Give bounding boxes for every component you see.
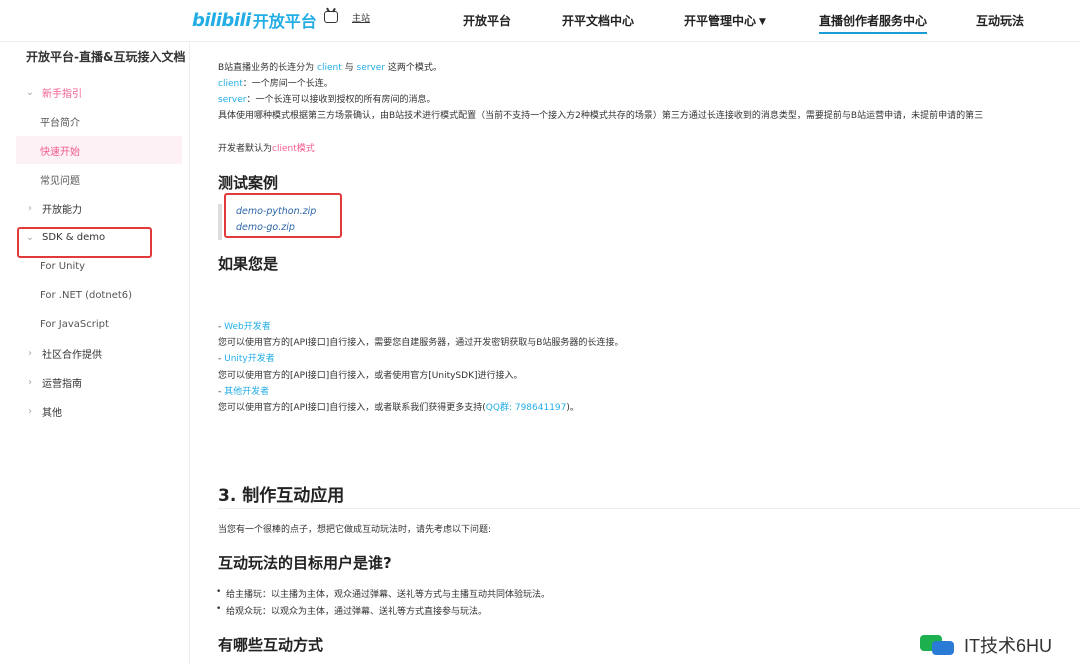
- chevron-right-icon: ›: [28, 405, 32, 417]
- sidebar-item-operations-guide[interactable]: › 运营指南: [16, 368, 182, 396]
- sidebar-item-getting-started[interactable]: ⌄ 新手指引: [16, 78, 182, 106]
- web-developer-link[interactable]: Web开发者: [224, 322, 271, 332]
- unity-dev-line: - Unity开发者: [218, 351, 275, 364]
- default-mode-value: client模式: [272, 144, 315, 154]
- sidebar-item-label: 常见问题: [40, 175, 80, 187]
- chevron-down-icon: ⌄: [25, 86, 35, 98]
- test-cases-heading: 测试案例: [218, 174, 279, 192]
- client-link[interactable]: client: [317, 63, 342, 73]
- caret-down-icon: ▼: [759, 17, 766, 27]
- sidebar-item-label: 新手指引: [42, 88, 82, 100]
- client-desc: ：一个房间一个长连。: [242, 79, 333, 89]
- chat-bubbles-icon: [920, 633, 958, 657]
- sidebar-item-label: 开放能力: [42, 204, 82, 216]
- sidebar-item-label: For Unity: [40, 260, 86, 272]
- target-users-heading: 互动玩法的目标用户是谁?: [218, 554, 392, 572]
- demo-python-zip-link[interactable]: demo-python.zip: [236, 206, 316, 217]
- sidebar-item-community[interactable]: › 社区合作提供: [16, 339, 182, 367]
- nav-label: 开平文档中心: [562, 14, 635, 28]
- sidebar-item-quick-start[interactable]: 快速开始: [16, 136, 182, 164]
- sidebar-item-for-javascript[interactable]: For JavaScript: [16, 310, 182, 338]
- nav-label: 互动玩法: [976, 14, 1025, 28]
- chevron-right-icon: ›: [28, 202, 32, 214]
- sidebar-item-label: 运营指南: [42, 378, 82, 390]
- bilibili-logo-mark: bilibili: [192, 9, 251, 31]
- chevron-down-icon: ⌄: [25, 231, 35, 243]
- nav-interactive-play[interactable]: 互动玩法: [976, 12, 1024, 29]
- list-item: 给观众玩：以观众为主体，通过弹幕、送礼等方式直接参与玩法。: [216, 604, 487, 617]
- nav-management-center[interactable]: 开平管理中心 ▼: [684, 12, 766, 29]
- intro-text: B站直播业务的长连分为: [218, 63, 318, 73]
- sidebar-item-faq[interactable]: 常见问题: [16, 165, 182, 193]
- list-item: 给主播玩：以主播为主体，观众通过弹幕、送礼等方式与主播互动共同体验玩法。: [216, 587, 550, 600]
- server-desc: ：一个长连可以接收到授权的所有房间的消息。: [246, 95, 436, 105]
- nav-live-creator-center[interactable]: 直播创作者服务中心: [819, 12, 928, 34]
- unity-developer-link[interactable]: Unity开发者: [224, 354, 275, 364]
- blockquote-bar: [218, 204, 222, 240]
- web-dev-desc: 您可以使用官方的[API接口]自行接入，需要您自建服务器，通过开发密钥获取与B站…: [218, 338, 624, 348]
- default-text: 开发者默认为: [218, 144, 273, 154]
- sidebar-item-platform-intro[interactable]: 平台简介: [16, 107, 182, 135]
- sidebar-item-sdk-demo[interactable]: ⌄ SDK & demo: [16, 223, 182, 251]
- sidebar-item-for-unity[interactable]: For Unity: [16, 252, 182, 280]
- doc-content: B站直播业务的长连分为 client 与 server 这两个模式。 clien…: [190, 42, 1080, 664]
- chevron-right-icon: ›: [28, 376, 32, 388]
- if-you-are-heading: 如果您是: [218, 255, 279, 273]
- logo-text: 开放平台: [252, 12, 317, 31]
- sidebar-item-label: 社区合作提供: [42, 349, 102, 361]
- tv-icon: [324, 11, 338, 23]
- other-desc-text: )。: [566, 403, 579, 413]
- server-key[interactable]: server: [218, 95, 247, 105]
- other-dev-line: - 其他开发者: [218, 384, 269, 397]
- sidebar-item-for-dotnet[interactable]: For .NET (dotnet6): [16, 281, 182, 309]
- top-navigation-bar: bilibili 开放平台 主站 开放平台 开平文档中心 开平管理中心 ▼ 直播创…: [0, 0, 1080, 42]
- nav-label: 开平管理中心: [684, 14, 757, 28]
- server-link[interactable]: server: [357, 63, 386, 73]
- intro-line: B站直播业务的长连分为 client 与 server 这两个模式。: [218, 60, 442, 73]
- sidebar-item-open-capabilities[interactable]: › 开放能力: [16, 194, 182, 222]
- sidebar-item-label: 快速开始: [40, 146, 80, 158]
- client-key[interactable]: client: [218, 79, 243, 89]
- sidebar-item-label: SDK & demo: [42, 231, 106, 243]
- sidebar-item-label: For JavaScript: [40, 318, 109, 330]
- intro-text: 这两个模式。: [385, 63, 442, 73]
- nav-doc-center[interactable]: 开平文档中心: [562, 12, 634, 29]
- sidebar-item-label: 平台简介: [40, 117, 80, 129]
- sidebar-title: 开放平台-直播&互玩接入文档: [26, 50, 186, 64]
- qq-group-link[interactable]: QQ群: 798641197: [486, 403, 567, 413]
- demo-go-zip-link[interactable]: demo-go.zip: [236, 222, 295, 233]
- home-link-label: 主站: [352, 13, 371, 24]
- watermark: IT技术6HU: [920, 632, 1052, 658]
- unity-dev-desc: 您可以使用官方的[API接口]自行接入，或者使用官方[UnitySDK]进行接入…: [218, 371, 523, 381]
- section-divider: [218, 508, 1080, 509]
- chevron-right-icon: ›: [28, 347, 32, 359]
- interaction-methods-heading: 有哪些互动方式: [218, 636, 324, 654]
- other-desc-text: 您可以使用官方的[API接口]自行接入，或者联系我们获得更多支持(: [218, 403, 486, 413]
- mode-detail: 具体使用哪种模式根据第三方场景确认，由B站技术进行模式配置（当前不支持一个接入方…: [218, 111, 984, 121]
- other-dev-desc: 您可以使用官方的[API接口]自行接入，或者联系我们获得更多支持(QQ群: 79…: [218, 400, 579, 413]
- home-link[interactable]: 主站: [324, 11, 370, 24]
- default-mode-line: 开发者默认为client模式: [218, 141, 315, 154]
- nav-open-platform[interactable]: 开放平台: [463, 12, 511, 29]
- sidebar-item-label: For .NET (dotnet6): [40, 289, 133, 301]
- section-3-intro: 当您有一个很棒的点子，想把它做成互动玩法时，请先考虑以下问题:: [218, 525, 492, 535]
- web-dev-line: - Web开发者: [218, 319, 271, 332]
- server-line: server：一个长连可以接收到授权的所有房间的消息。: [218, 92, 436, 105]
- section-3-heading: 3. 制作互动应用: [218, 486, 345, 506]
- client-line: client：一个房间一个长连。: [218, 76, 333, 89]
- nav-label: 直播创作者服务中心: [819, 14, 928, 28]
- docs-sidebar: 开放平台-直播&互玩接入文档 ⌄ 新手指引 平台简介 快速开始 常见问题 › 开…: [0, 42, 190, 664]
- intro-text: 与: [341, 63, 357, 73]
- sidebar-item-other[interactable]: › 其他: [16, 397, 182, 425]
- other-developer-link[interactable]: 其他开发者: [224, 387, 269, 397]
- watermark-text: IT技术6HU: [964, 636, 1053, 656]
- bilibili-open-platform-logo[interactable]: bilibili 开放平台: [192, 9, 317, 32]
- nav-label: 开放平台: [463, 14, 512, 28]
- sidebar-item-label: 其他: [42, 407, 62, 419]
